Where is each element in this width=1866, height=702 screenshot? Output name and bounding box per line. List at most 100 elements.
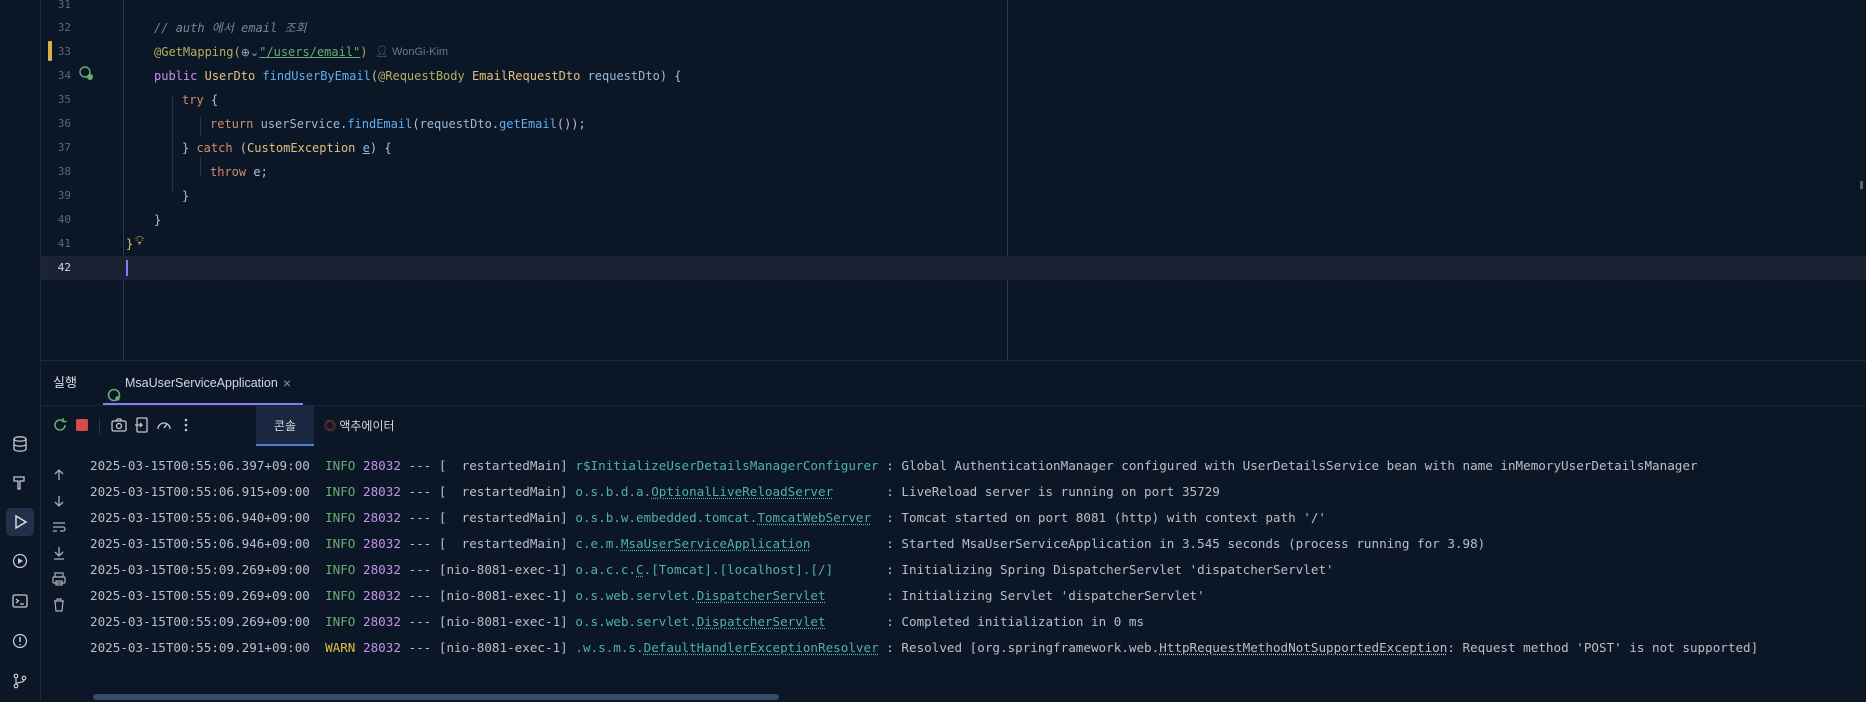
text-caret <box>126 260 128 276</box>
code-editor[interactable]: 31 32 // auth 에서 email 조회 33 @GetMapping… <box>41 0 1866 360</box>
log-message: : Started MsaUserServiceApplication in 3… <box>886 536 1486 551</box>
log-line: 2025-03-15T00:55:06.940+09:00 INFO 28032… <box>90 505 1326 531</box>
screenshot-icon[interactable] <box>110 416 128 434</box>
database-icon[interactable] <box>6 430 34 458</box>
keyword-token: try <box>182 93 204 107</box>
lightbulb-icon[interactable]: 💡︎ <box>135 234 144 249</box>
scroll-marker <box>1860 181 1863 189</box>
log-level: WARN <box>325 640 356 655</box>
annotation-token: @RequestBody <box>378 69 465 83</box>
line-number: 34 <box>57 69 71 82</box>
clear-icon[interactable] <box>51 597 67 613</box>
log-logger-link[interactable]: TomcatWebServer <box>757 510 871 525</box>
log-logger-link[interactable]: MsaUserServiceApplication <box>621 536 811 551</box>
globe-icon[interactable]: ⊕⌄ <box>241 46 259 59</box>
tab-actuator[interactable]: ◎ 액추에이터 <box>324 406 395 446</box>
user-icon: 👤︎ <box>375 46 393 58</box>
terminal-icon[interactable] <box>6 587 34 615</box>
dashboard-icon[interactable] <box>155 416 173 434</box>
code-line-32: 32 // auth 에서 email 조회 <box>41 16 1866 40</box>
code-line-42[interactable]: 42 <box>41 256 1866 280</box>
code-line-40: 40 } <box>41 208 1866 232</box>
log-separator: --- <box>408 562 432 577</box>
line-number: 42 <box>57 261 71 274</box>
code-line-39: 39 } <box>41 184 1866 208</box>
more-icon[interactable] <box>177 416 195 434</box>
log-timestamp: 2025-03-15T00:55:06.915+09:00 <box>90 484 310 499</box>
exception-link[interactable]: HttpRequestMethodNotSupportedException <box>1159 640 1447 655</box>
keyword-token: throw <box>210 165 247 179</box>
url-token[interactable]: "/users/email" <box>259 45 360 59</box>
log-thread: [nio-8081-exec-1] <box>438 588 568 603</box>
log-logger-link[interactable]: C <box>636 562 644 577</box>
console-output[interactable]: 2025-03-15T00:55:06.397+09:00 INFO 28032… <box>90 453 1866 673</box>
keyword-token: return <box>210 117 254 131</box>
log-message: : Initializing Servlet 'dispatcherServle… <box>886 588 1205 603</box>
method-token: findUserByEmail <box>262 69 371 83</box>
scroll-down-icon[interactable] <box>51 493 67 509</box>
log-thread: [nio-8081-exec-1] <box>438 562 568 577</box>
log-timestamp: 2025-03-15T00:55:06.946+09:00 <box>90 536 310 551</box>
log-logger: c.e.m. <box>575 536 621 551</box>
author-name: WonGi-Kim <box>392 46 449 58</box>
code-line-41: 41 } 💡︎ <box>41 232 1866 256</box>
field-token: userService <box>260 117 341 131</box>
stop-icon[interactable] <box>73 416 91 434</box>
line-number: 40 <box>57 213 71 226</box>
brace-token: } <box>126 237 134 251</box>
annotation-token: @GetMapping( <box>154 45 241 59</box>
type-token: CustomException <box>247 141 356 155</box>
log-logger-link[interactable]: DispatcherServlet <box>697 588 826 603</box>
paren-token: ) { <box>659 69 682 83</box>
author-hint[interactable]: 👤︎ WonGi-Kim <box>375 40 448 64</box>
log-logger-link[interactable]: DefaultHandlerExceptionResolver <box>644 640 879 655</box>
code-line-33: 33 @GetMapping(⊕⌄"/users/email") 👤︎ WonG… <box>41 40 1866 64</box>
log-logger-link[interactable]: DispatcherServlet <box>697 614 826 629</box>
log-level: INFO <box>325 458 356 473</box>
print-icon[interactable] <box>51 571 67 587</box>
services-icon[interactable] <box>6 547 34 575</box>
git-icon[interactable] <box>6 667 34 695</box>
soft-wrap-icon[interactable] <box>51 519 67 535</box>
line-number: 33 <box>57 45 71 58</box>
run-panel: 실행 MsaUserServiceApplication × 콘솔 ◎ 액추에이… <box>41 360 1866 702</box>
code-line-34: 34 public UserDto findUserByEmail(@Reque… <box>41 64 1866 88</box>
param-token: e <box>362 141 370 155</box>
code-line-37: 37 } catch (CustomException e) { <box>41 136 1866 160</box>
log-separator: --- <box>408 614 432 629</box>
console-toolbar <box>41 406 1866 446</box>
line-number: 35 <box>57 93 71 106</box>
scroll-up-icon[interactable] <box>51 467 67 483</box>
log-logger-link[interactable]: OptionalLiveReloadServer <box>651 484 833 499</box>
exit-icon[interactable] <box>133 416 151 434</box>
scroll-to-end-icon[interactable] <box>51 545 67 561</box>
run-icon[interactable] <box>6 508 34 536</box>
log-message: : Resolved [org.springframework.web. <box>886 640 1160 655</box>
close-tab-icon[interactable]: × <box>283 361 291 405</box>
tab-msa-user-service[interactable]: MsaUserServiceApplication × <box>103 361 303 405</box>
dot-token: . <box>491 117 500 131</box>
log-pid: 28032 <box>363 536 401 551</box>
log-message: : LiveReload server is running on port 3… <box>886 484 1220 499</box>
log-level: INFO <box>325 510 356 525</box>
paren-token: ( <box>232 141 248 155</box>
line-number: 36 <box>57 117 71 130</box>
line-number: 37 <box>57 141 71 154</box>
line-number: 41 <box>57 237 71 250</box>
log-timestamp: 2025-03-15T00:55:09.269+09:00 <box>90 614 310 629</box>
log-separator: --- <box>408 536 432 551</box>
brace-token: { <box>203 93 219 107</box>
tab-console[interactable]: 콘솔 <box>256 406 314 446</box>
problems-icon[interactable] <box>6 627 34 655</box>
type-token: UserDto <box>204 69 256 83</box>
code-line-35: 35 try { <box>41 88 1866 112</box>
log-thread: [nio-8081-exec-1] <box>438 614 568 629</box>
hammer-icon[interactable] <box>6 469 34 497</box>
code-line-36: 36 return userService. findEmail(requestD… <box>41 112 1866 136</box>
log-line: 2025-03-15T00:55:09.269+09:00 INFO 28032… <box>90 557 1334 583</box>
rerun-icon[interactable] <box>51 416 69 434</box>
log-level: INFO <box>325 614 356 629</box>
run-panel-header: 실행 MsaUserServiceApplication × <box>41 361 1866 406</box>
log-line: 2025-03-15T00:55:06.946+09:00 INFO 28032… <box>90 531 1485 557</box>
horizontal-scrollbar[interactable] <box>93 694 779 700</box>
